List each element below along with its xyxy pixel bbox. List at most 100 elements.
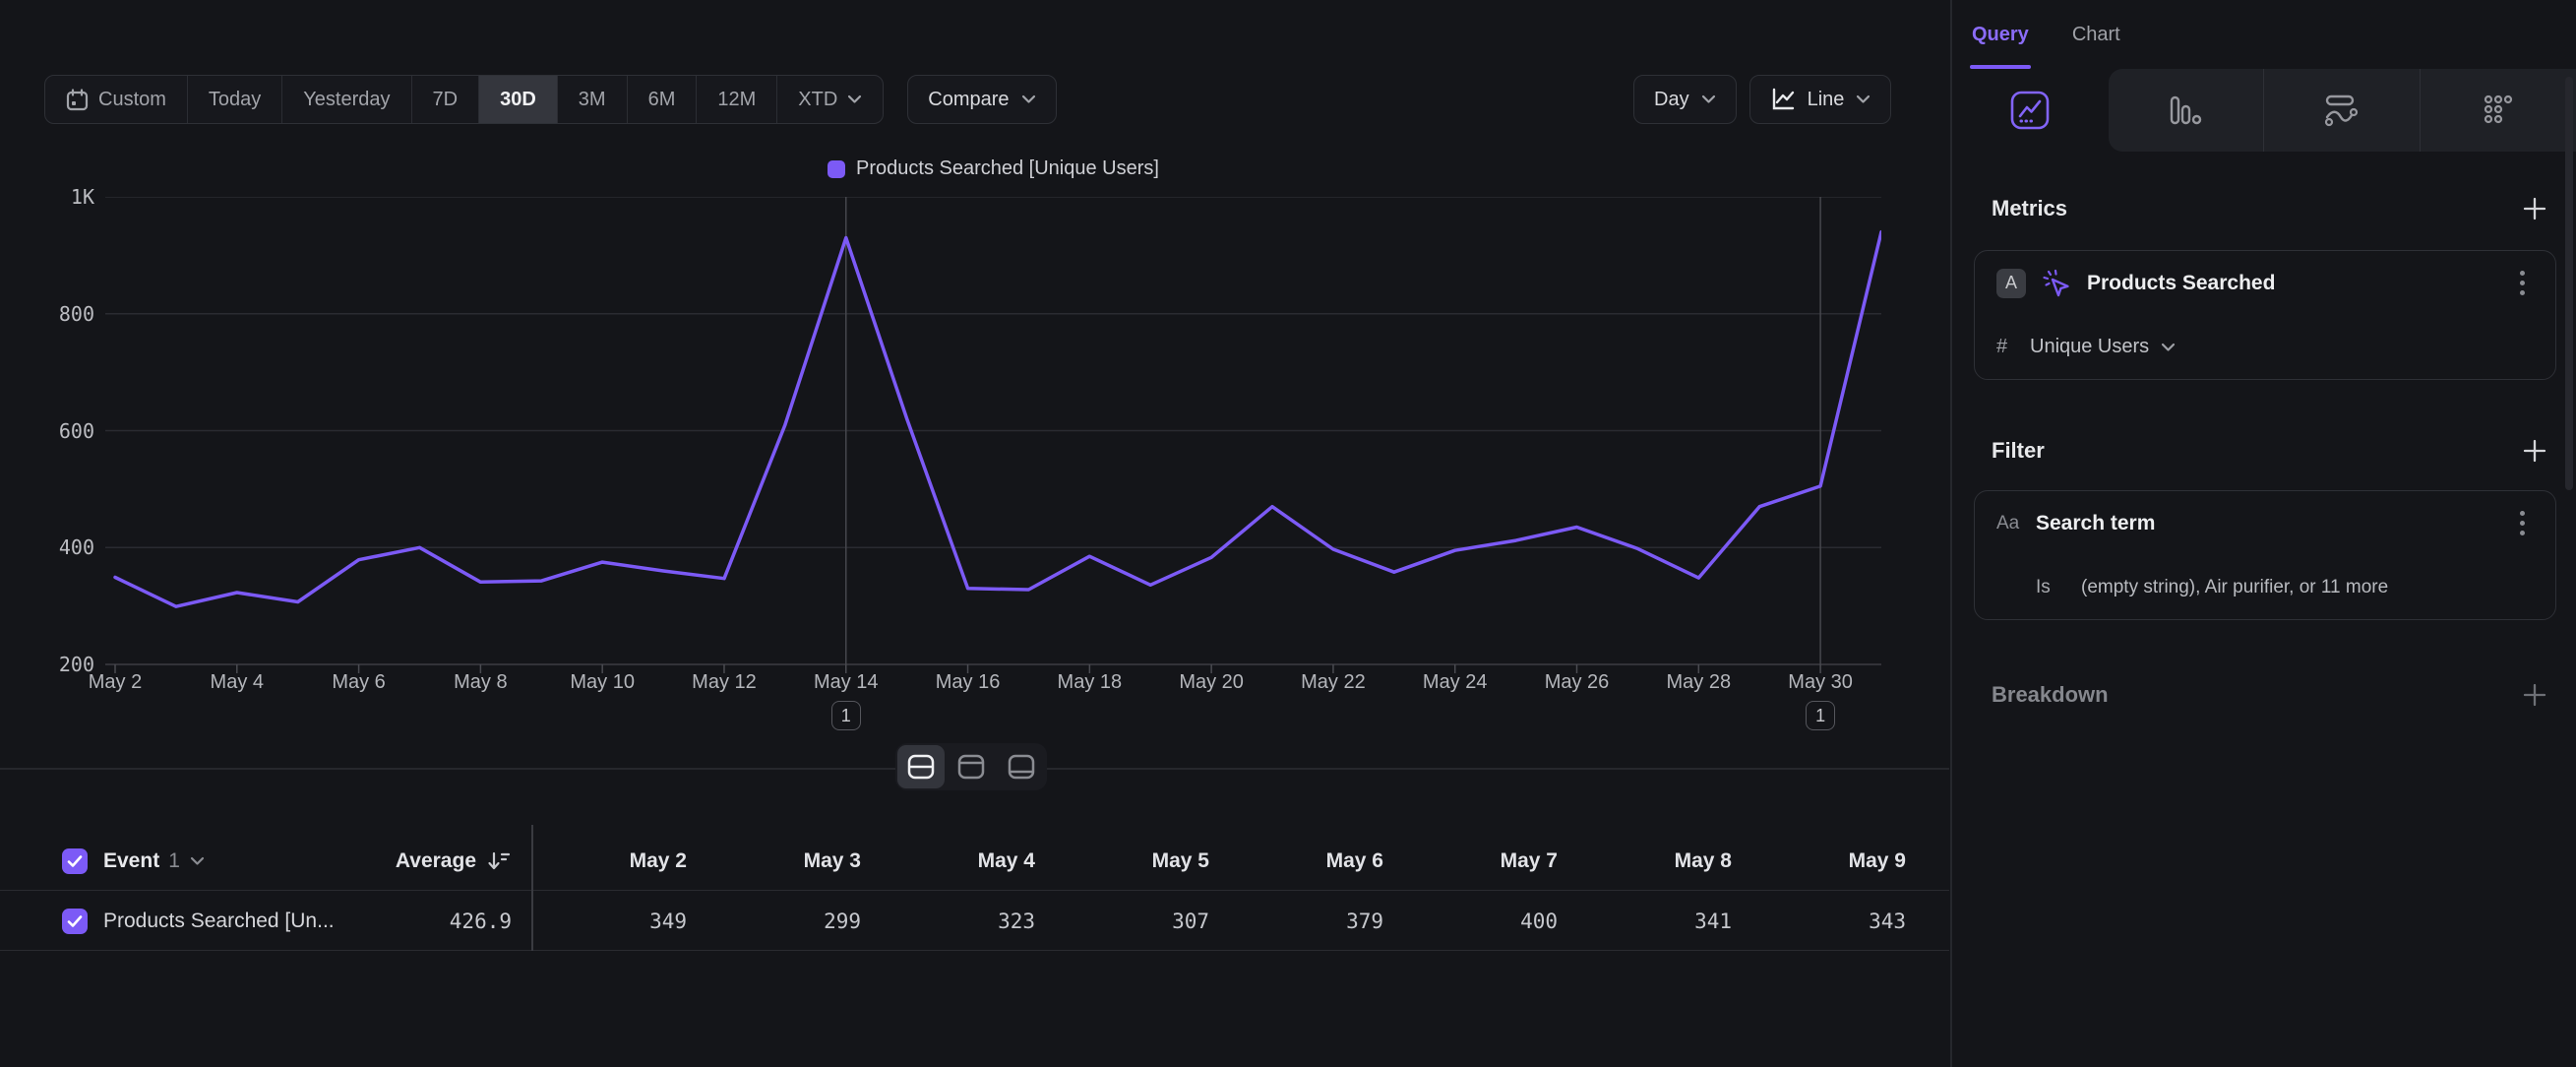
x-axis-label: May 10 <box>570 671 635 694</box>
query-sidebar: Query Chart Metrics A Products Searched #… <box>1950 0 2576 1067</box>
range-today[interactable]: Today <box>188 76 282 123</box>
annotation-badge[interactable]: 1 <box>1806 701 1835 730</box>
table-cell-value: 343 <box>1732 892 1906 951</box>
table-header: Event 1 Average May 2May 3May 4May 5May … <box>0 832 1949 891</box>
layout-toggle <box>895 743 1047 790</box>
chart-line[interactable] <box>115 232 1881 607</box>
table-col-header: May 8 <box>1558 832 1732 891</box>
metric-menu-icon[interactable] <box>2510 271 2534 295</box>
x-axis-label: May 14 <box>814 671 879 694</box>
x-axis-label: May 4 <box>211 671 264 694</box>
table-col-header: May 6 <box>1209 832 1383 891</box>
add-breakdown-icon[interactable] <box>2521 681 2548 709</box>
range-6m[interactable]: 6M <box>628 76 698 123</box>
metric-name: Products Searched <box>2087 272 2510 295</box>
filter-title-row: Aa Search term <box>1975 491 2555 555</box>
table-row-left: Products Searched [Un... <box>62 892 515 951</box>
table-cell-value: 323 <box>861 892 1035 951</box>
chevron-down-icon[interactable] <box>190 856 205 866</box>
chevron-down-icon[interactable] <box>2161 343 2176 352</box>
table-col-header: May 2 <box>513 832 687 891</box>
table-cell-value: 400 <box>1383 892 1558 951</box>
table-cell-value: 307 <box>1035 892 1209 951</box>
line-chart-icon <box>2009 90 2051 131</box>
range-3m[interactable]: 3M <box>558 76 628 123</box>
line-chart-type-button[interactable] <box>1952 69 2109 152</box>
series-name: Products Searched [Un... <box>103 910 335 933</box>
compare-button[interactable]: Compare <box>907 75 1056 124</box>
table-cell-value: 349 <box>513 892 687 951</box>
y-axis-label: 400 <box>59 535 94 559</box>
annotation-badges: 11 <box>105 701 1881 732</box>
event-checkbox[interactable] <box>62 848 88 874</box>
chart-type-label: Line <box>1808 89 1845 111</box>
average-header: Average <box>396 832 512 891</box>
chart-controls: Day Line <box>1633 75 1891 124</box>
annotation-badge[interactable]: 1 <box>831 701 861 730</box>
chart-type-strip <box>2109 69 2576 152</box>
split-view-button[interactable] <box>897 745 945 788</box>
chart-view-button[interactable] <box>948 745 995 788</box>
sidebar-scrollbar[interactable] <box>2565 77 2573 490</box>
x-axis-label: May 12 <box>692 671 757 694</box>
filter-value[interactable]: (empty string), Air purifier, or 11 more <box>2081 577 2388 598</box>
x-axis-label: May 24 <box>1423 671 1488 694</box>
date-column-headers: May 2May 3May 4May 5May 6May 7May 8May 9 <box>513 832 1906 891</box>
filter-card[interactable]: Aa Search term Is (empty string), Air pu… <box>1974 490 2556 620</box>
table-col-header: May 9 <box>1732 832 1906 891</box>
table-cell-value: 299 <box>687 892 861 951</box>
chevron-down-icon <box>847 94 862 104</box>
measure-label[interactable]: Unique Users <box>2030 336 2149 358</box>
y-axis-labels: 1K800600400200 <box>28 197 94 664</box>
more-charts-type-button[interactable] <box>2420 69 2576 152</box>
average-cell: 426.9 <box>450 892 512 951</box>
range-yesterday[interactable]: Yesterday <box>282 76 411 123</box>
event-column-label[interactable]: Event <box>103 849 159 873</box>
flow-chart-icon <box>2324 93 2360 128</box>
filter-condition-row: Is (empty string), Air purifier, or 11 m… <box>1975 555 2555 619</box>
table-col-header: May 5 <box>1035 832 1209 891</box>
range-12m[interactable]: 12M <box>697 76 777 123</box>
row-checkbox[interactable] <box>62 909 88 934</box>
sort-descending-icon[interactable] <box>486 849 512 873</box>
text-property-icon: Aa <box>1996 513 2030 534</box>
range-30d[interactable]: 30D <box>479 76 558 123</box>
split-view-icon <box>906 753 936 781</box>
range-xtd[interactable]: XTD <box>777 76 883 123</box>
legend-label: Products Searched [Unique Users] <box>856 157 1159 180</box>
table-col-header: May 3 <box>687 832 861 891</box>
x-axis-label: May 2 <box>89 671 142 694</box>
average-value: 426.9 <box>450 910 512 933</box>
average-label: Average <box>396 849 476 873</box>
range-custom[interactable]: Custom <box>45 76 188 123</box>
tab-query[interactable]: Query <box>1972 0 2029 69</box>
x-axis-label: May 18 <box>1058 671 1123 694</box>
flow-chart-type-button[interactable] <box>2263 69 2420 152</box>
bar-chart-type-button[interactable] <box>2109 69 2264 152</box>
compare-label: Compare <box>928 89 1009 111</box>
metric-measure-row: # Unique Users <box>1975 315 2555 379</box>
add-metric-icon[interactable] <box>2521 195 2548 222</box>
chart-type-button[interactable]: Line <box>1749 75 1892 124</box>
filter-property-name: Search term <box>2036 512 2510 535</box>
filter-menu-icon[interactable] <box>2510 511 2534 535</box>
range-7d[interactable]: 7D <box>412 76 480 123</box>
metrics-title: Metrics <box>1992 196 2067 221</box>
filter-section-header: Filter <box>1952 437 2576 465</box>
x-axis-label: May 6 <box>332 671 385 694</box>
chevron-down-icon <box>1701 94 1716 104</box>
granularity-button[interactable]: Day <box>1633 75 1737 124</box>
table-view-button[interactable] <box>998 745 1045 788</box>
filter-operator[interactable]: Is <box>2036 577 2081 598</box>
table-col-header: May 7 <box>1383 832 1558 891</box>
chart-legend: Products Searched [Unique Users] <box>105 157 1881 180</box>
chevron-down-icon <box>1021 94 1036 104</box>
add-filter-icon[interactable] <box>2521 437 2548 465</box>
tab-chart[interactable]: Chart <box>2072 0 2120 69</box>
granularity-label: Day <box>1654 89 1689 111</box>
y-axis-label: 600 <box>59 419 94 443</box>
chart-type-row <box>1952 69 2576 152</box>
y-axis-label: 1K <box>71 185 94 209</box>
metric-card[interactable]: A Products Searched # Unique Users <box>1974 250 2556 380</box>
more-charts-icon <box>2482 94 2515 127</box>
